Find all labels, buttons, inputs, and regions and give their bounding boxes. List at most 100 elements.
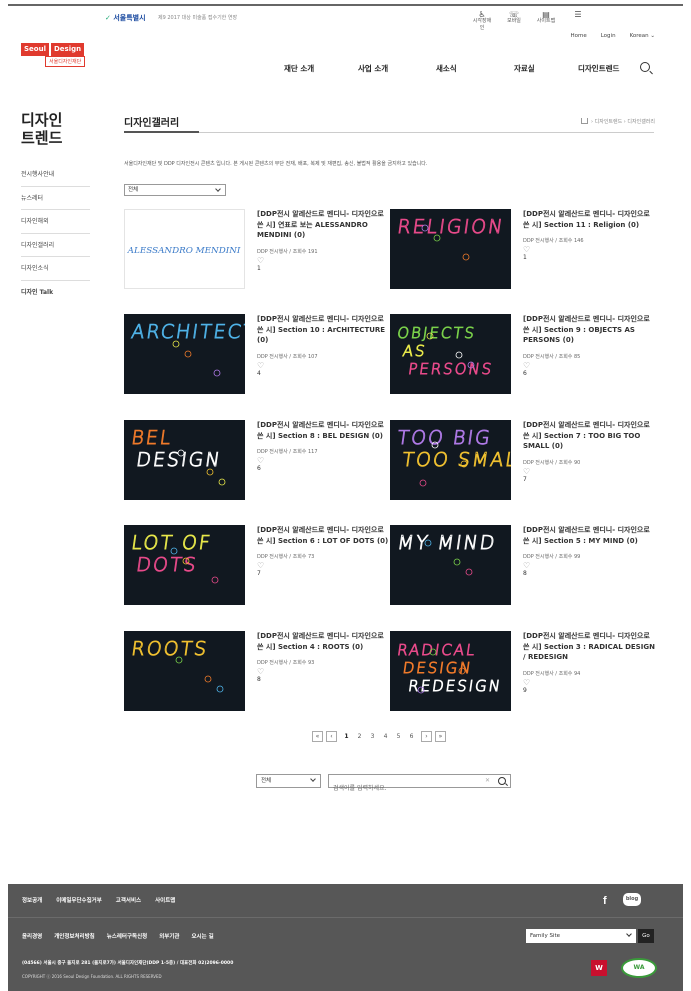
footer-link-directions[interactable]: 오시는 길	[191, 932, 213, 940]
page-5[interactable]: 5	[392, 733, 405, 740]
gallery-card[interactable]: LOT OF DOTS [DDP전시 알레산드로 멘디니- 디자인으로 쓴 시] S…	[124, 525, 394, 615]
page-3[interactable]: 3	[366, 733, 379, 740]
gallery-card-info: [DDP전시 알레산드로 멘디니- 디자인으로 쓴 시] Section 4 :…	[257, 631, 389, 683]
util-notice[interactable]: 제9 2017 대상 미술품 접수기한 연장	[158, 14, 237, 21]
gallery-thumbnail[interactable]: ROOTS	[124, 631, 245, 711]
gallery-card[interactable]: RELIGION [DDP전시 알레산드로 멘디니- 디자인으로 쓴 시] Sec…	[390, 209, 660, 299]
gallery-thumbnail[interactable]: ALESSANDRO MENDINI	[124, 209, 245, 289]
gallery-card[interactable]: MY MIND [DDP전시 알레산드로 멘디니- 디자인으로 쓴 시] Sect…	[390, 525, 660, 615]
site-logo[interactable]: Seoul Design 서울디자인재단	[21, 43, 91, 69]
sidebar-item-overseas[interactable]: 디자인해외	[21, 210, 90, 234]
nav-business[interactable]: 사업 소개	[358, 63, 388, 74]
seoul-city-logo[interactable]: ✓ 서울특별시	[105, 13, 146, 23]
heart-icon[interactable]: ♡	[523, 678, 655, 687]
gallery-card-title[interactable]: [DDP전시 알레산드로 멘디니- 디자인으로 쓴 시] Section 8 :…	[257, 420, 389, 441]
gallery-thumbnail[interactable]: MY MIND	[390, 525, 511, 605]
gallery-card-title[interactable]: [DDP전시 알레산드로 멘디니- 디자인으로 쓴 시] Section 5 :…	[523, 525, 655, 546]
heart-icon[interactable]: ♡	[523, 562, 655, 570]
gallery-card-title[interactable]: [DDP전시 알레산드로 멘디니- 디자인으로 쓴 시] Section 7 :…	[523, 420, 655, 452]
footer-link-external[interactable]: 외부기관	[159, 932, 179, 940]
nav-archive[interactable]: 자료실	[514, 63, 535, 74]
gallery-thumbnail[interactable]: LOT OF DOTS	[124, 525, 245, 605]
gallery-card[interactable]: BEL DESIGN [DDP전시 알레산드로 멘디니- 디자인으로 쓴 시] Se…	[124, 420, 394, 510]
sidebar-item-design-talk[interactable]: 디자인 Talk	[21, 281, 90, 305]
gallery-card-meta: DDP 전시행사 / 조회수 146	[523, 237, 655, 244]
page-1[interactable]: 1	[340, 733, 353, 740]
heart-icon[interactable]: ♡	[257, 361, 389, 370]
heart-icon[interactable]: ♡	[257, 256, 389, 265]
gallery-card-likes: 7	[523, 475, 527, 483]
sidebar-item-design-news[interactable]: 디자인소식	[21, 257, 90, 281]
clear-icon[interactable]: ✕	[485, 777, 490, 784]
gallery-card-title[interactable]: [DDP전시 알레산드로 멘디니- 디자인으로 쓴 시] Section 6 :…	[257, 525, 389, 546]
gallery-thumbnail[interactable]: BEL DESIGN	[124, 420, 245, 500]
nav-news[interactable]: 새소식	[436, 63, 457, 74]
footer-link-email[interactable]: 이메일무단수집거부	[56, 896, 102, 904]
category-filter[interactable]: 전체	[124, 184, 226, 196]
page-2[interactable]: 2	[353, 733, 366, 740]
thumbnail-art-text: ROOTS	[130, 637, 210, 660]
footer-link-sitemap[interactable]: 사이트맵	[155, 896, 175, 904]
gallery-card[interactable]: ROOTS [DDP전시 알레산드로 멘디니- 디자인으로 쓴 시] Sectio…	[124, 631, 394, 721]
next-page-button[interactable]: ›	[421, 731, 432, 742]
accessibility-icon[interactable]: ♿ 시각장애인	[471, 11, 493, 32]
search-icon[interactable]	[498, 777, 506, 785]
menu-icon[interactable]: ☰	[567, 11, 589, 32]
gallery-thumbnail[interactable]: OBJECTS AS PERSONS	[390, 314, 511, 394]
search-input[interactable]	[329, 782, 469, 795]
heart-icon[interactable]: ♡	[257, 562, 389, 570]
heart-icon[interactable]: ♡	[257, 668, 389, 676]
gallery-card-title[interactable]: [DDP전시 알레산드로 멘디니- 디자인으로 쓴 시] 연표로 보는 ALES…	[257, 209, 389, 241]
sidebar-item-exhibitions[interactable]: 전시행사안내	[21, 163, 90, 187]
footer-link-service[interactable]: 고객서비스	[116, 896, 141, 904]
gallery-card[interactable]: OBJECTS AS PERSONS [DDP전시 알레산드로 멘디니- 디자인으로 …	[390, 314, 660, 404]
gallery-card[interactable]: TOO BIG TOO SMALL [DDP전시 알레산드로 멘디니- 디자인으로 …	[390, 420, 660, 510]
page-6[interactable]: 6	[405, 733, 418, 740]
language-select[interactable]: Korean ⌄	[630, 33, 655, 39]
nav-design-trend[interactable]: 디자인트렌드	[578, 63, 619, 74]
footer-link-ethics[interactable]: 윤리경영	[22, 932, 42, 940]
prev-page-button[interactable]: ‹	[326, 731, 337, 742]
gallery-thumbnail[interactable]: RADICAL DESIGN REDESIGN	[390, 631, 511, 711]
footer-link-privacy[interactable]: 개인정보처리방침	[54, 932, 94, 940]
gallery-card-author: DDP 전시행사	[257, 449, 288, 455]
facebook-icon[interactable]: f	[603, 895, 607, 907]
family-site-go-button[interactable]: Go	[638, 929, 654, 943]
gallery-card-title[interactable]: [DDP전시 알레산드로 멘디니- 디자인으로 쓴 시] Section 10 …	[257, 314, 389, 346]
gallery-card-author: DDP 전시행사	[257, 660, 288, 666]
login-link[interactable]: Login	[601, 33, 616, 39]
gallery-thumbnail[interactable]: TOO BIG TOO SMALL	[390, 420, 511, 500]
page-4[interactable]: 4	[379, 733, 392, 740]
gallery-thumbnail[interactable]: RELIGION	[390, 209, 511, 289]
first-page-button[interactable]: «	[312, 731, 323, 742]
home-icon[interactable]	[581, 118, 589, 124]
mobile-icon[interactable]: ☏ 모바일	[503, 11, 525, 32]
gallery-card-title[interactable]: [DDP전시 알레산드로 멘디니- 디자인으로 쓴 시] Section 9 :…	[523, 314, 655, 346]
footer-link-newsletter[interactable]: 뉴스레터구독신청	[107, 932, 147, 940]
thumbnail-art-dot	[465, 568, 473, 576]
sitemap-icon[interactable]: ▤ 사이트맵	[535, 11, 557, 32]
heart-icon[interactable]: ♡	[523, 246, 655, 254]
blog-icon[interactable]: blog	[623, 893, 641, 906]
gallery-card-author: DDP 전시행사	[523, 353, 554, 360]
gallery-card[interactable]: ARCHITECTURE [DDP전시 알레산드로 멘디니- 디자인으로 쓴 시]…	[124, 314, 394, 404]
gallery-thumbnail[interactable]: ARCHITECTURE	[124, 314, 245, 394]
heart-icon[interactable]: ♡	[523, 361, 655, 370]
search-icon[interactable]	[640, 62, 650, 72]
footer-link-info[interactable]: 정보공개	[22, 896, 42, 904]
gallery-card[interactable]: ALESSANDRO MENDINI [DDP전시 알레산드로 멘디니- 디자인으…	[124, 209, 394, 299]
sidebar-item-gallery[interactable]: 디자인갤러리	[21, 234, 90, 258]
heart-icon[interactable]: ♡	[523, 467, 655, 476]
sidebar-item-newsletter[interactable]: 뉴스레터	[21, 187, 90, 211]
family-site-select[interactable]: Family Site	[526, 929, 636, 943]
search-scope-select[interactable]: 전체	[256, 774, 321, 788]
gallery-card-meta: DDP 전시행사 / 조회수 93	[257, 659, 389, 666]
home-link[interactable]: Home	[570, 33, 586, 39]
gallery-card-title[interactable]: [DDP전시 알레산드로 멘디니- 디자인으로 쓴 시] Section 4 :…	[257, 631, 389, 652]
gallery-card[interactable]: RADICAL DESIGN REDESIGN [DDP전시 알레산드로 멘디니- 디…	[390, 631, 660, 721]
gallery-card-title[interactable]: [DDP전시 알레산드로 멘디니- 디자인으로 쓴 시] Section 3 :…	[523, 631, 655, 663]
last-page-button[interactable]: »	[435, 731, 446, 742]
nav-foundation[interactable]: 재단 소개	[284, 63, 314, 74]
heart-icon[interactable]: ♡	[257, 457, 389, 465]
gallery-card-title[interactable]: [DDP전시 알레산드로 멘디니- 디자인으로 쓴 시] Section 11 …	[523, 209, 655, 230]
